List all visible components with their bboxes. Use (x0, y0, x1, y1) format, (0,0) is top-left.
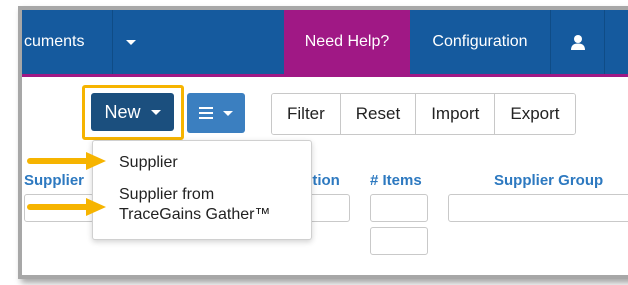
column-header-supplier[interactable]: Supplier (24, 172, 84, 189)
menu-item-supplier-from-tracegains[interactable]: Supplier from TraceGains Gather™ (119, 185, 270, 225)
list-icon (199, 107, 213, 119)
supplier-group-filter-input[interactable] (448, 194, 628, 222)
menu-item-label: TraceGains Gather™ (119, 206, 271, 223)
nav-user-menu[interactable] (551, 10, 604, 74)
filter-button[interactable]: Filter (272, 94, 340, 134)
list-menu-button[interactable] (187, 93, 245, 133)
callout-arrow-icon (27, 152, 106, 170)
nav-need-help[interactable]: Need Help? (284, 10, 410, 74)
menu-item-supplier[interactable]: Supplier (119, 154, 178, 172)
callout-arrow-icon (27, 198, 106, 216)
nav-documents-label: cuments (24, 33, 85, 50)
nav-configuration-label: Configuration (432, 33, 528, 50)
new-button[interactable]: New (91, 93, 174, 131)
nav-divider (604, 10, 605, 74)
chevron-down-icon (223, 110, 233, 116)
new-button-label: New (104, 101, 141, 122)
import-button[interactable]: Import (415, 94, 495, 134)
top-navbar: cuments Need Help? Configuration (22, 10, 628, 74)
nav-documents[interactable]: cuments (22, 10, 114, 74)
nav-need-help-label: Need Help? (304, 33, 390, 50)
chevron-down-icon (150, 109, 161, 115)
items-filter-max-input[interactable] (370, 227, 428, 255)
chevron-down-icon (125, 39, 136, 45)
column-header-items[interactable]: # Items (370, 172, 422, 189)
reset-button[interactable]: Reset (339, 94, 416, 134)
toolbar-button-group: Filter Reset Import Export (271, 93, 576, 135)
menu-item-label: Supplier (119, 154, 178, 171)
nav-dropdown-toggle[interactable] (113, 10, 148, 74)
column-header-supplier-group[interactable]: Supplier Group (494, 172, 603, 189)
menu-item-label: Supplier from (119, 186, 215, 203)
new-dropdown-menu: Supplier Supplier from TraceGains Gather… (92, 140, 312, 240)
nav-configuration[interactable]: Configuration (410, 10, 550, 74)
items-filter-min-input[interactable] (370, 194, 428, 222)
user-icon (570, 35, 585, 50)
navbar-accent-strip (22, 74, 628, 77)
screenshot-frame: cuments Need Help? Configuration New Fil… (18, 6, 628, 279)
export-button[interactable]: Export (494, 94, 575, 134)
